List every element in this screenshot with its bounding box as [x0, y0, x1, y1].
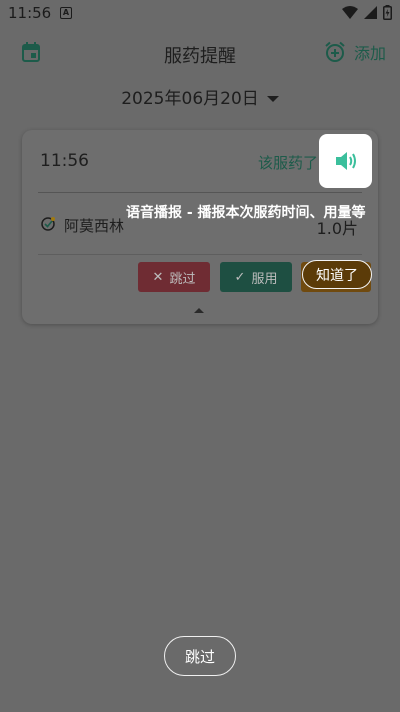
app-bar: 服药提醒 添加 [0, 30, 400, 76]
divider [38, 254, 362, 255]
reminder-status: 该服药了 [258, 154, 319, 172]
check-icon: ✓ [234, 269, 246, 285]
skip-guide-button[interactable]: 跳过 [164, 636, 236, 676]
status-bar: 11:56 A [0, 0, 400, 28]
wifi-icon [342, 6, 358, 19]
signal-icon [364, 6, 377, 19]
skip-dose-button[interactable]: ✕ 跳过 [138, 262, 210, 292]
status-time: 11:56 [8, 4, 52, 22]
close-icon: ✕ [152, 269, 164, 285]
speaker-icon [335, 152, 356, 170]
dropdown-caret-icon [266, 96, 279, 102]
battery-icon [383, 5, 392, 20]
date-selector[interactable]: 2025年06月20日 [0, 84, 400, 109]
pill-status-icon [41, 217, 55, 231]
a-icon: A [60, 7, 72, 19]
take-dose-label: 服用 [251, 271, 278, 287]
skip-dose-label: 跳过 [169, 271, 196, 287]
alarm-add-icon [325, 41, 345, 62]
take-dose-button[interactable]: ✓ 服用 [220, 262, 292, 292]
divider [38, 192, 362, 193]
collapse-arrow-icon[interactable] [194, 308, 204, 313]
drug-name: 阿莫西林 [64, 217, 125, 235]
reminder-time: 11:56 [40, 151, 89, 171]
got-it-button[interactable]: 知道了 [302, 260, 372, 289]
add-button[interactable]: 添加 [324, 40, 386, 64]
system-icons [342, 5, 392, 20]
selected-date: 2025年06月20日 [121, 89, 259, 109]
add-label: 添加 [353, 44, 386, 63]
voice-broadcast-button[interactable] [319, 134, 372, 188]
guide-text: 语音播报 - 播报本次服药时间、用量等 [126, 205, 366, 221]
